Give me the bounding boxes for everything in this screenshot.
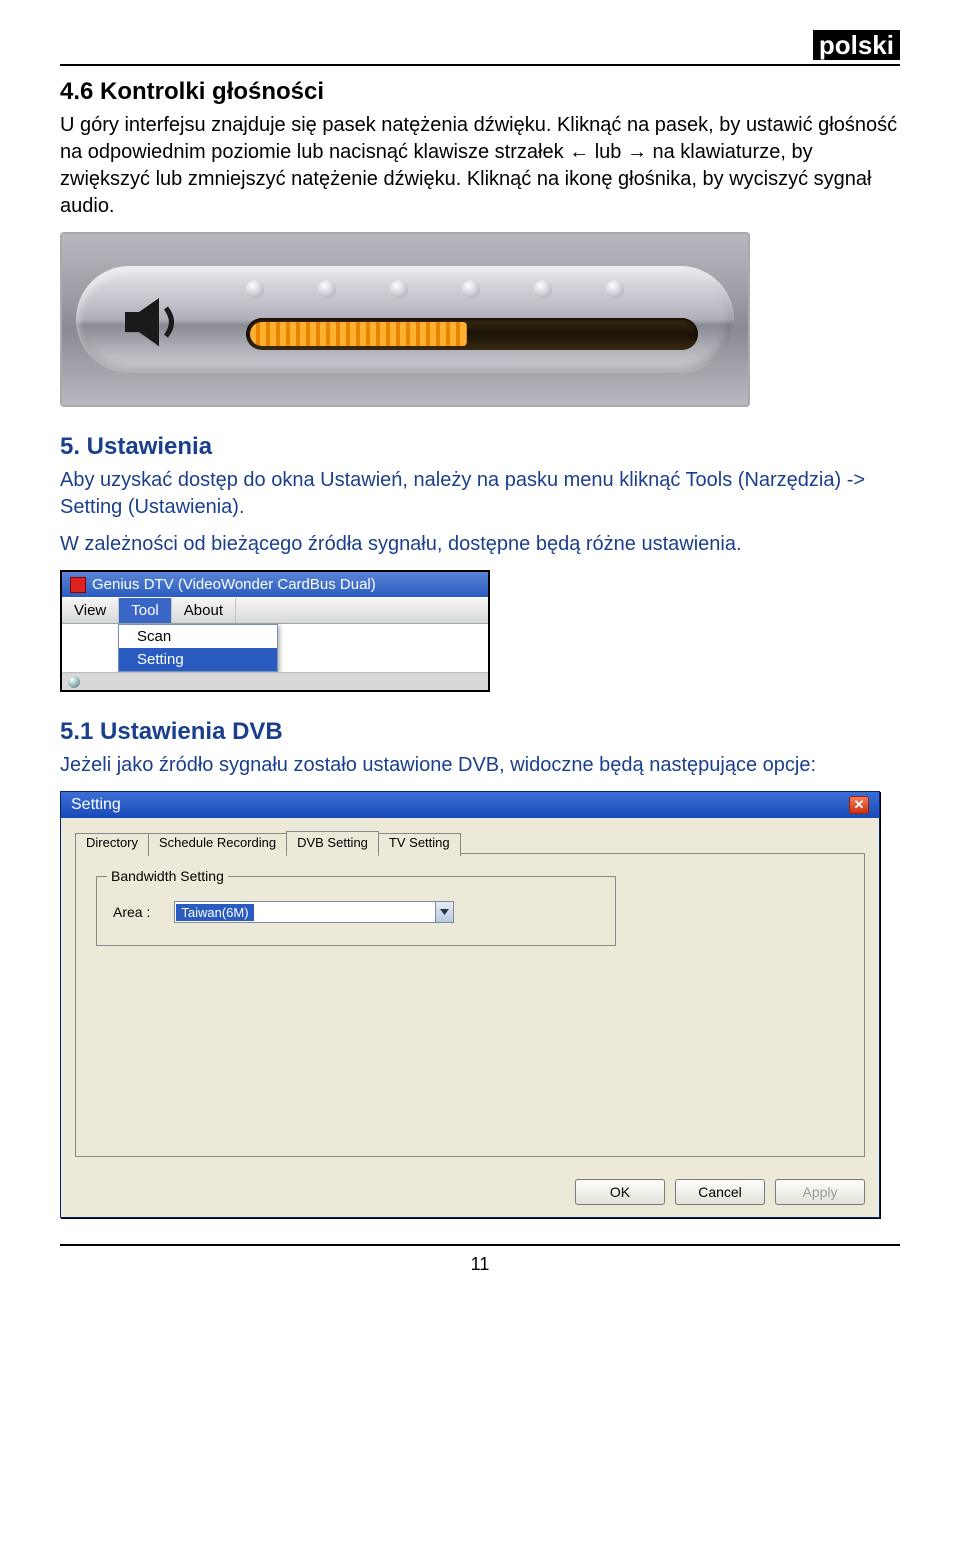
menu-tool[interactable]: Tool <box>119 598 172 623</box>
menu-item-setting[interactable]: Setting <box>119 648 277 671</box>
close-icon[interactable]: ✕ <box>849 796 869 814</box>
chevron-down-icon[interactable] <box>435 902 453 922</box>
apply-button[interactable]: Apply <box>775 1179 865 1205</box>
menu-item-scan[interactable]: Scan <box>119 625 277 648</box>
heading-5: 5. Ustawienia <box>60 433 900 461</box>
footer-rule <box>60 1244 900 1246</box>
menu-about[interactable]: About <box>172 598 236 623</box>
header-rule <box>60 64 900 66</box>
language-badge: polski <box>813 30 900 60</box>
area-label: Area : <box>113 904 150 920</box>
volume-track[interactable] <box>246 318 698 350</box>
dialog-titlebar: Setting ✕ <box>61 792 879 818</box>
speaker-icon[interactable] <box>110 288 198 356</box>
window-title: Genius DTV (VideoWonder CardBus Dual) <box>92 576 376 593</box>
groupbox-legend: Bandwidth Setting <box>107 868 228 884</box>
dialog-tabs: Directory Schedule Recording DVB Setting… <box>75 830 865 854</box>
volume-fill <box>250 322 467 346</box>
menu-bottom-strip <box>62 672 488 690</box>
tab-tv-setting[interactable]: TV Setting <box>378 833 461 856</box>
tab-directory[interactable]: Directory <box>75 833 149 856</box>
tab-panel: Bandwidth Setting Area : Taiwan(6M) <box>75 854 865 1157</box>
round-button-icon[interactable] <box>68 676 80 688</box>
paragraph-5-b: W zależności od bieżącego źródła sygnału… <box>60 531 900 558</box>
menu-view[interactable]: View <box>62 598 119 623</box>
menubar: View Tool About <box>62 597 488 624</box>
paragraph-5-1: Jeżeli jako źródło sygnału zostało ustaw… <box>60 752 900 779</box>
app-icon <box>70 577 86 593</box>
paragraph-4-6: U góry interfejsu znajduje się pasek nat… <box>60 112 900 220</box>
page-number: 11 <box>60 1254 900 1275</box>
paragraph-5-a: Aby uzyskać dostęp do okna Ustawień, nal… <box>60 467 900 521</box>
tab-schedule-recording[interactable]: Schedule Recording <box>148 833 287 856</box>
volume-pill <box>76 266 734 373</box>
setting-dialog: Setting ✕ Directory Schedule Recording D… <box>60 791 880 1218</box>
menu-dropdown: Scan Setting <box>118 624 278 672</box>
dialog-buttons: OK Cancel Apply <box>61 1167 879 1217</box>
area-value: Taiwan(6M) <box>176 904 253 921</box>
volume-ticks <box>246 280 624 298</box>
menu-screenshot: Genius DTV (VideoWonder CardBus Dual) Vi… <box>60 570 490 692</box>
ok-button[interactable]: OK <box>575 1179 665 1205</box>
bandwidth-groupbox: Bandwidth Setting Area : Taiwan(6M) <box>96 876 616 946</box>
area-combo[interactable]: Taiwan(6M) <box>174 901 454 923</box>
volume-bar-figure <box>60 232 750 407</box>
dialog-title: Setting <box>71 796 121 814</box>
cancel-button[interactable]: Cancel <box>675 1179 765 1205</box>
tab-dvb-setting[interactable]: DVB Setting <box>286 831 379 854</box>
window-titlebar: Genius DTV (VideoWonder CardBus Dual) <box>62 572 488 597</box>
heading-5-1: 5.1 Ustawienia DVB <box>60 718 900 746</box>
heading-4-6: 4.6 Kontrolki głośności <box>60 78 900 106</box>
